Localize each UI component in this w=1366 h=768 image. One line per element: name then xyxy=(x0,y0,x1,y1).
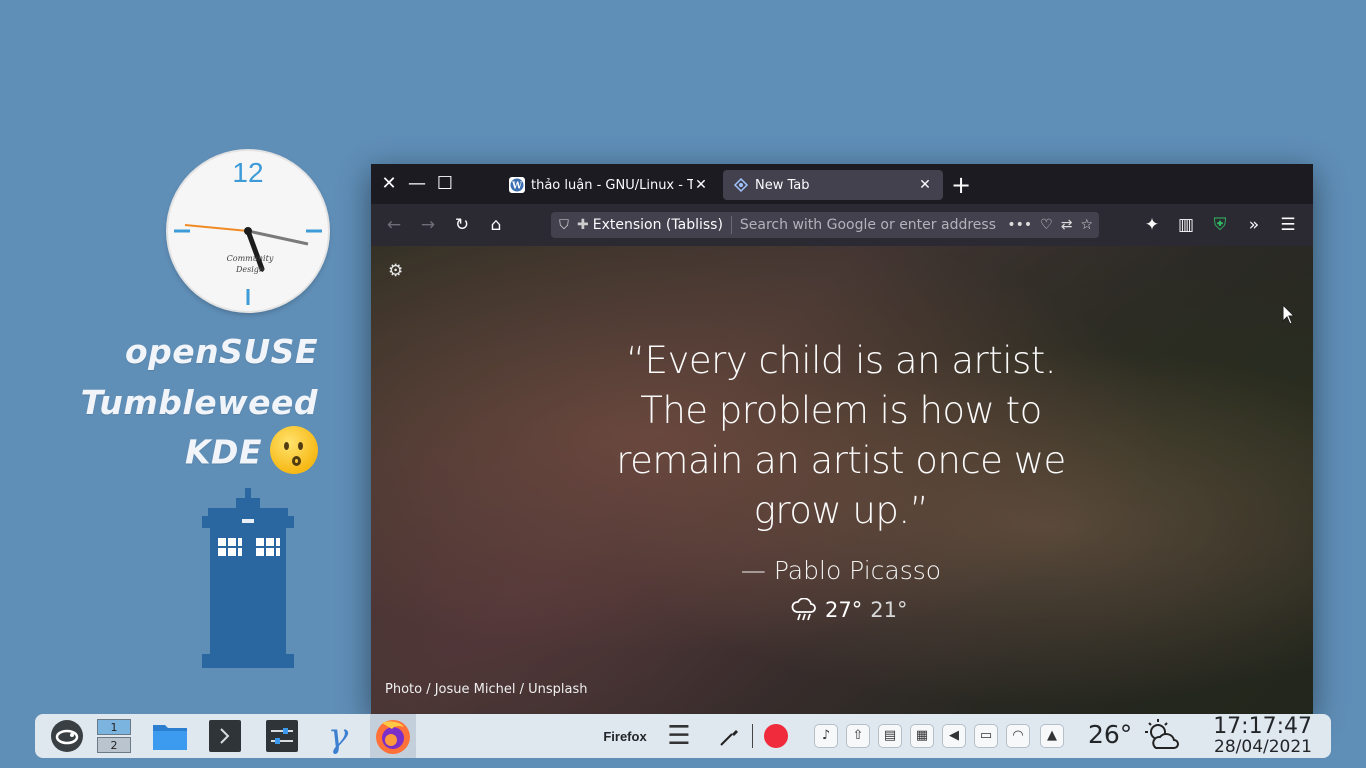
tardis-icon xyxy=(202,488,294,668)
desktop-title-tumbleweed: Tumbleweed xyxy=(80,383,318,422)
taskbar-files[interactable] xyxy=(147,714,193,758)
tracking-protection-shield-icon[interactable]: ⛉ xyxy=(551,218,577,233)
extension-identity-box[interactable]: ✚ Extension (Tabliss) xyxy=(577,216,732,234)
opensuse-logo-icon xyxy=(51,720,83,752)
window-maximize-icon[interactable]: ☐ xyxy=(433,172,457,196)
pager-desktop-2[interactable]: 2 xyxy=(97,737,131,753)
tab-bar: ✕ — ☐ W thảo luận - GNU/Linux - T ✕ New … xyxy=(371,164,1313,204)
reload-icon[interactable]: ↻ xyxy=(451,214,473,236)
taskbar-panel: 1 2 γ Firefox ☰ ♪ ⇧ ▤ ▦ ◀ ▭ ◠ ▲ 26° 17:1… xyxy=(35,714,1331,758)
new-tab-button[interactable]: + xyxy=(951,171,971,199)
settings-gear-icon[interactable]: ⚙ xyxy=(388,261,403,281)
tab-title: thảo luận - GNU/Linux - T xyxy=(531,177,693,193)
clock-brand-text: Community Design xyxy=(226,254,274,274)
clipboard-icon[interactable]: ▤ xyxy=(878,724,902,748)
tab-close-icon[interactable]: ✕ xyxy=(693,177,709,193)
hamburger-menu-icon[interactable]: ☰ xyxy=(1277,214,1299,236)
pager-desktop-1[interactable]: 1 xyxy=(97,719,131,735)
weather-high: 27° xyxy=(825,598,863,622)
panel-weather-temp[interactable]: 26° xyxy=(1088,720,1132,749)
firefox-icon xyxy=(376,720,410,754)
terminal-icon xyxy=(209,720,241,752)
sidebar-toggle-icon[interactable]: ▥ xyxy=(1175,214,1197,236)
tray-expand-arrow-icon[interactable]: ▲ xyxy=(1040,724,1064,748)
active-window-title[interactable]: Firefox xyxy=(595,714,655,758)
window-minimize-icon[interactable]: — xyxy=(405,172,429,196)
minute-hand xyxy=(247,229,309,246)
devices-icon[interactable]: ▦ xyxy=(910,724,934,748)
firefox-window: ✕ — ☐ W thảo luận - GNU/Linux - T ✕ New … xyxy=(371,164,1313,714)
digital-clock-time[interactable]: 17:17:47 xyxy=(1208,715,1312,739)
tab-title: New Tab xyxy=(755,177,810,193)
overflow-chevron-icon[interactable]: » xyxy=(1243,214,1265,236)
tabliss-favicon-icon xyxy=(733,177,749,193)
eyedropper-icon xyxy=(720,730,738,746)
tab-new-tab[interactable]: New Tab ✕ xyxy=(723,170,943,200)
window-close-icon[interactable]: ✕ xyxy=(377,172,401,196)
desktop-title-opensuse: openSUSE xyxy=(124,332,318,371)
weather-low: 21° xyxy=(870,598,908,622)
tab-thao-luan[interactable]: W thảo luận - GNU/Linux - T ✕ xyxy=(499,170,719,200)
address-bar[interactable]: ⛉ ✚ Extension (Tabliss) Search with Goog… xyxy=(551,212,1099,238)
wifi-icon[interactable]: ◠ xyxy=(1006,724,1030,748)
window-menu-button[interactable]: ☰ xyxy=(661,714,697,758)
battery-icon[interactable]: ▭ xyxy=(974,724,998,748)
taskbar-gamma-app[interactable]: γ xyxy=(315,714,361,758)
updates-icon[interactable]: ⇧ xyxy=(846,724,870,748)
notifications-bell-icon[interactable]: ♪ xyxy=(814,724,838,748)
quote-author: — Pablo Picasso xyxy=(740,556,942,585)
gamma-icon: γ xyxy=(327,716,349,756)
application-launcher[interactable] xyxy=(43,714,91,758)
partly-cloudy-icon[interactable] xyxy=(1144,718,1180,754)
record-dot-icon xyxy=(764,724,788,748)
puzzle-piece-icon: ✚ xyxy=(577,217,589,233)
tab-close-icon[interactable]: ✕ xyxy=(917,177,933,193)
svg-text:W: W xyxy=(511,182,523,192)
color-picker-button[interactable] xyxy=(715,714,745,758)
wordpress-favicon-icon: W xyxy=(509,177,525,193)
taskbar-terminal[interactable] xyxy=(202,714,248,758)
mouse-pointer-icon xyxy=(1282,304,1296,325)
home-icon[interactable]: ⌂ xyxy=(485,214,507,236)
clock-number-12: 12 xyxy=(232,157,264,188)
adblock-shield-icon[interactable]: ⛨ xyxy=(1209,214,1231,236)
new-tab-page: ⚙ “Every child is an artist. The problem… xyxy=(371,246,1313,714)
navigation-toolbar: ← → ↻ ⌂ ⛉ ✚ Extension (Tabliss) Search w… xyxy=(371,204,1313,246)
screen-record-button[interactable] xyxy=(761,714,791,758)
system-settings-icon xyxy=(266,720,298,752)
pocket-icon[interactable]: ♡ xyxy=(1040,217,1053,233)
hamburger-lines-icon: ☰ xyxy=(667,721,691,751)
extension-label: Extension (Tabliss) xyxy=(592,217,723,233)
taskbar-firefox[interactable] xyxy=(370,714,416,758)
volume-icon[interactable]: ◀ xyxy=(942,724,966,748)
quote-text: “Every child is an artist. The problem i… xyxy=(616,339,1066,532)
address-input[interactable]: Search with Google or enter address xyxy=(732,217,1007,233)
active-window-label: Firefox xyxy=(603,728,647,744)
panel-separator xyxy=(748,714,756,758)
desktop-title-kde: KDE xyxy=(185,426,318,478)
desktop-pager[interactable]: 1 2 xyxy=(96,714,132,758)
weather-widget: 27° 21° xyxy=(791,598,907,622)
back-arrow-icon[interactable]: ← xyxy=(383,214,405,236)
page-actions-ellipsis-icon[interactable]: ••• xyxy=(1007,217,1032,233)
second-hand xyxy=(184,224,249,232)
analog-clock-widget: 12 Community Design xyxy=(168,151,328,311)
forward-arrow-icon[interactable]: → xyxy=(417,214,439,236)
kissing-face-emoji-icon xyxy=(270,426,318,474)
bookmark-star-icon[interactable]: ☆ xyxy=(1080,217,1093,233)
extension-sparkle-icon[interactable]: ✦ xyxy=(1141,214,1163,236)
rain-cloud-icon xyxy=(791,598,816,621)
translate-icon[interactable]: ⇄ xyxy=(1061,217,1073,233)
digital-clock-date[interactable]: 28/04/2021 xyxy=(1208,737,1312,757)
taskbar-settings[interactable] xyxy=(259,714,305,758)
photo-credit[interactable]: Photo / Josue Michel / Unsplash xyxy=(385,682,588,697)
folder-icon xyxy=(153,725,187,750)
